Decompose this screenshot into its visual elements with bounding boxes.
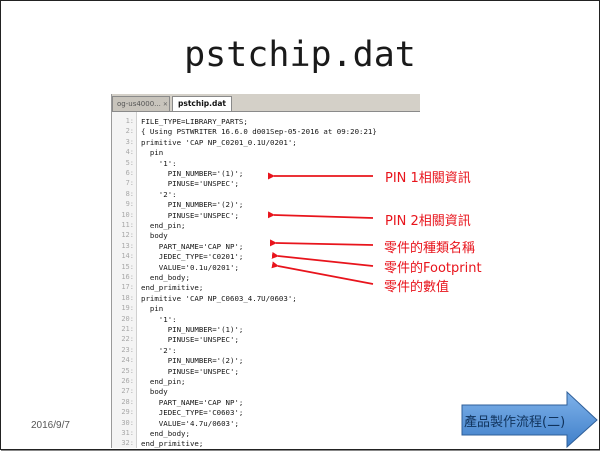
annotation-arrows (267, 172, 598, 449)
annotation-pin2-info: PIN 2相關資訊 (385, 214, 471, 229)
arrow-part-name (269, 239, 374, 247)
annotation-footprint: 零件的Footprint (384, 261, 482, 276)
arrow-footprint (271, 251, 374, 267)
annotation-value: 零件的數值 (384, 280, 450, 295)
annotation-part-type-name: 零件的種類名稱 (384, 241, 476, 256)
slide-date: 2016/9/7 (31, 420, 70, 431)
arrow-value (271, 261, 374, 285)
next-process-button-label: 產品製作流程(二) (464, 415, 566, 430)
arrow-pin2 (267, 211, 374, 219)
slide: pstchip.dat og-us4000... ✕ pstchip.dat 1:… (0, 0, 600, 450)
annotation-pin1-info: PIN 1相關資訊 (385, 171, 471, 186)
